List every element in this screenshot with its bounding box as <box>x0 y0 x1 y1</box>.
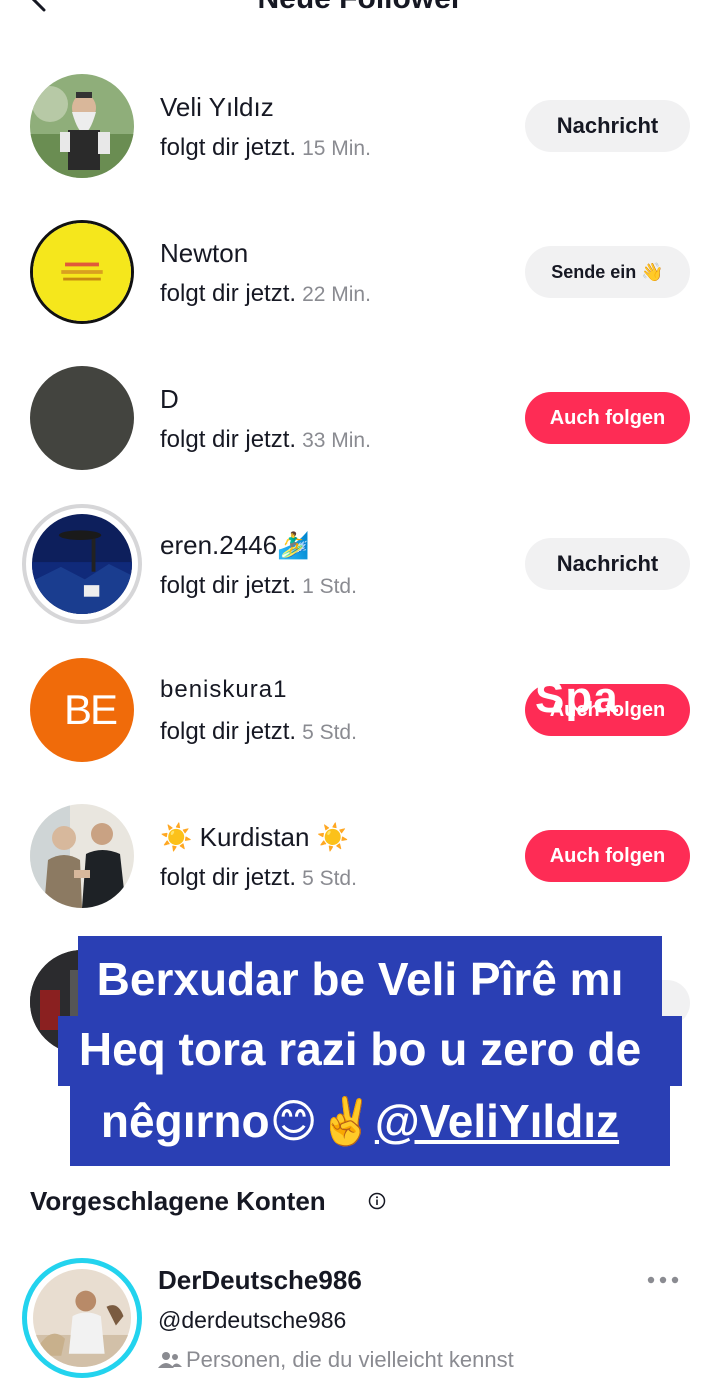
follower-row[interactable]: eren.2446🏄‍♂️ folgt dir jetzt. 1 Std. Nac… <box>0 504 720 632</box>
people-icon <box>158 1352 182 1368</box>
avatar[interactable] <box>30 366 134 470</box>
status-text: folgt dir jetzt. <box>160 426 297 453</box>
follower-row[interactable]: Veli Yıldız folgt dir jetzt. 15 Min. Nach… <box>0 74 720 194</box>
suggestion-reason-text: Personen, die du vielleicht kennst <box>186 1347 514 1372</box>
avatar-initials: BE <box>64 686 118 733</box>
status-text: folgt dir jetzt. <box>160 864 297 891</box>
timestamp: 5 Std. <box>302 867 357 890</box>
suggested-accounts-title: Vorgeschlagene Konten <box>30 1186 326 1216</box>
avatar-story-ring[interactable] <box>22 504 142 624</box>
avatar[interactable] <box>30 950 134 1054</box>
caption-text: nêgırno😊✌️ <box>100 1095 375 1147</box>
timestamp: 5 Std. <box>302 721 357 744</box>
avatar[interactable] <box>30 74 134 178</box>
follower-name[interactable]: beniskura1 <box>160 676 287 704</box>
follower-name[interactable]: ☀️ Kurdistan ☀️ <box>160 822 349 853</box>
message-button[interactable]: Nachricht <box>525 538 690 590</box>
status-text: folgt dir jetzt. <box>160 572 297 599</box>
avatar[interactable] <box>30 220 134 324</box>
status-text: folgt dir jetzt. <box>160 718 297 745</box>
follower-name[interactable]: D <box>160 384 179 415</box>
overlay-sticker-text: Spa <box>535 673 619 722</box>
avatar[interactable]: BE <box>30 658 134 762</box>
timestamp: 1 Std. <box>302 575 357 598</box>
send-wave-button[interactable]: Sende ein 👋 <box>525 246 690 298</box>
more-options-icon[interactable] <box>646 1270 680 1290</box>
follower-name[interactable]: eren.2446🏄‍♂️ <box>160 530 309 561</box>
follower-status: folgt dir jetzt. 15 Min. <box>160 134 371 162</box>
follower-status: folgt dir jetzt. 33 Min. <box>160 426 371 454</box>
follower-status: folgt dir jetzt. 1 Std. <box>160 572 357 600</box>
status-text: folgt dir jetzt. <box>160 134 297 161</box>
follow-back-button[interactable]: Auch folgen <box>525 830 690 882</box>
caption-mention: @VeliYıldız <box>374 1095 620 1147</box>
suggested-avatar[interactable] <box>22 1258 142 1378</box>
follow-back-button[interactable]: Auch folgen <box>525 392 690 444</box>
action-button[interactable] <box>640 980 690 1026</box>
follower-name[interactable]: Veli Yıldız <box>160 92 274 123</box>
follower-row[interactable]: D folgt dir jetzt. 33 Min. Auch folgen <box>0 366 720 486</box>
timestamp: 15 Min. <box>302 137 371 160</box>
timestamp: 33 Min. <box>302 429 371 452</box>
suggestion-reason: Personen, die du vielleicht kennst <box>158 1347 514 1373</box>
follower-status: folgt dir jetzt. 5 Std. <box>160 718 357 746</box>
message-button[interactable]: Nachricht <box>525 100 690 152</box>
follower-name[interactable]: Newton <box>160 238 248 269</box>
caption-background <box>78 936 662 1018</box>
caption-background <box>58 1016 682 1086</box>
status-text: folgt dir jetzt. <box>160 280 297 307</box>
avatar[interactable] <box>30 804 134 908</box>
page-title: Neue Follower <box>0 0 720 16</box>
caption-background <box>70 1084 670 1166</box>
suggested-account-name[interactable]: DerDeutsche986 <box>158 1265 362 1296</box>
timestamp: 22 Min. <box>302 283 371 306</box>
follower-row[interactable]: Newton folgt dir jetzt. 22 Min. Sende ein… <box>0 220 720 340</box>
info-icon[interactable] <box>368 1192 386 1210</box>
follower-status: folgt dir jetzt. 22 Min. <box>160 280 371 308</box>
top-bar: Neue Follower <box>0 0 720 22</box>
follower-row[interactable]: ☀️ Kurdistan ☀️ folgt dir jetzt. 5 Std. A… <box>0 804 720 924</box>
caption-line: nêgırno😊✌️@VeliYıldız <box>0 1094 720 1149</box>
follower-status: folgt dir jetzt. 5 Std. <box>160 864 357 892</box>
suggested-account-handle: @derdeutsche986 <box>158 1307 347 1333</box>
